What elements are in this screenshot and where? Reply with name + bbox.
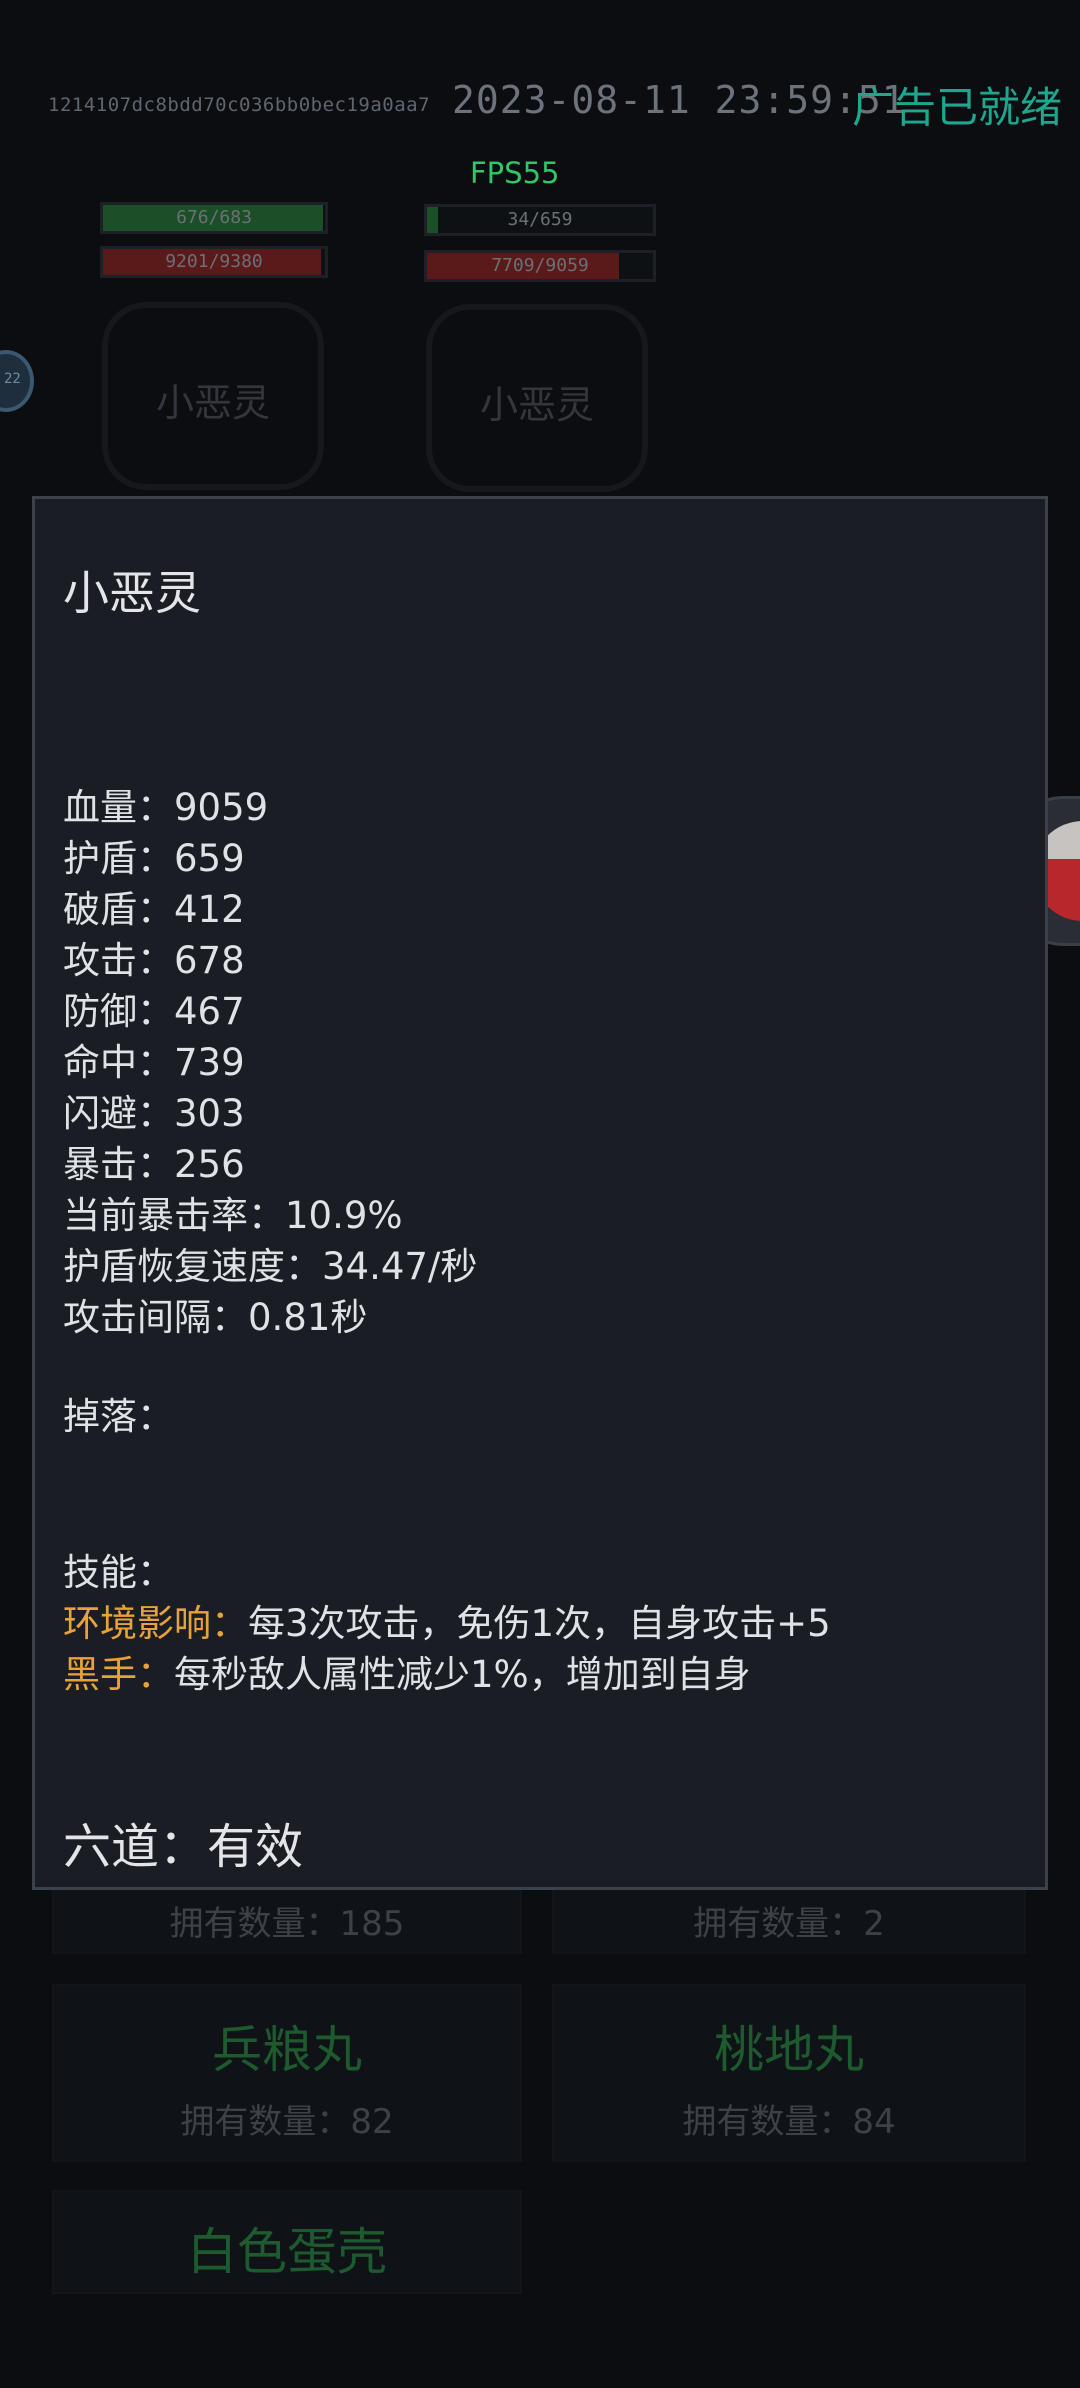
stat-row: 攻击：678: [63, 930, 477, 982]
enemy-1-portrait[interactable]: 小恶灵: [102, 302, 324, 490]
stat-row: 护盾恢复速度：34.47/秒: [63, 1236, 478, 1288]
fps-counter: FPS55: [470, 156, 560, 190]
stat-label: 攻击：: [63, 939, 174, 982]
drop-label: 掉落：: [63, 1395, 174, 1438]
skill-desc: 每3次攻击，免伤1次，自身攻击+5: [248, 1602, 831, 1645]
stat-label: 命中：: [63, 1041, 174, 1084]
item-3-count: 拥有数量：82: [180, 2102, 394, 2142]
dialog-title: 小恶灵: [63, 566, 201, 620]
stat-row: 闪避：303: [63, 1083, 477, 1135]
enemy-2-portrait[interactable]: 小恶灵: [426, 304, 648, 492]
stat-label: 破盾：: [63, 888, 174, 931]
stat-value: 0.81秒: [248, 1296, 368, 1339]
stat-value: 467: [174, 990, 245, 1033]
item-4-name: 桃地丸: [714, 2021, 864, 2079]
enemy-1-hp-text: 9201/9380: [165, 251, 263, 272]
stat-row: 暴击：256: [63, 1134, 477, 1186]
stat-label: 攻击间隔：: [63, 1296, 248, 1339]
enemy-2-shield-text: 34/659: [507, 209, 573, 230]
item-2-count: 拥有数量：2: [693, 1904, 885, 1944]
item-4-count: 拥有数量：84: [682, 2102, 896, 2142]
stat-row: 当前暴击率：10.9%: [63, 1185, 477, 1237]
stat-value: 9059: [174, 786, 269, 829]
item-5-name: 白色蛋壳: [187, 2223, 387, 2281]
stats-list: 血量：9059 护盾：659 破盾：412 攻击：678 防御：467 命中：739 闪避：…: [63, 777, 478, 1339]
enemy-1-name: 小恶灵: [155, 381, 270, 425]
stat-value: 34.47/秒: [322, 1245, 478, 1288]
status-header: 1214107dc8bdd70c036bb0bec19a0aa7 2023-08…: [0, 70, 1080, 132]
skill-name: 黑手：: [63, 1653, 174, 1696]
stat-label: 暴击：: [63, 1143, 174, 1186]
item-3-name: 兵粮丸: [212, 2021, 362, 2079]
inventory-item-3[interactable]: 兵粮丸 拥有数量：82: [52, 1984, 522, 2162]
stat-value: 659: [174, 837, 245, 880]
stat-value: 256: [174, 1143, 245, 1186]
item-1-count: 拥有数量：185: [169, 1904, 405, 1944]
enemy-1-shield-bar: 676/683: [100, 202, 328, 234]
inventory-item-4[interactable]: 桃地丸 拥有数量：84: [552, 1984, 1026, 2162]
skill-row: 环境影响：每3次攻击，免伤1次，自身攻击+5: [63, 1593, 831, 1647]
stat-row: 命中：739: [63, 1032, 477, 1084]
six-paths-status: 六道：有效: [63, 1819, 304, 1875]
stat-row: 护盾：659: [63, 828, 477, 880]
stat-row: 攻击间隔：0.81秒: [63, 1287, 477, 1339]
stat-label: 当前暴击率：: [63, 1194, 285, 1237]
stat-row: 防御：467: [63, 981, 477, 1033]
stat-value: 303: [174, 1092, 245, 1135]
enemy-2-name: 小恶灵: [479, 383, 594, 427]
enemy-2-hp-text: 7709/9059: [491, 255, 589, 276]
side-badge-count: 22: [4, 371, 21, 387]
stat-label: 护盾恢复速度：: [63, 1245, 322, 1288]
enemy-1-shield-text: 676/683: [176, 207, 252, 228]
stat-label: 护盾：: [63, 837, 174, 880]
skill-desc: 每秒敌人属性减少1%，增加到自身: [174, 1653, 751, 1696]
enemy-2-shield-bar: 34/659: [424, 204, 656, 236]
enemy-1-hp-bar: 9201/9380: [100, 246, 328, 278]
stat-row: 破盾：412: [63, 879, 477, 931]
stat-label: 闪避：: [63, 1092, 174, 1135]
enemy-2-hp-bar: 7709/9059: [424, 250, 656, 282]
enemy-detail-dialog[interactable]: 小恶灵 血量：9059 护盾：659 破盾：412 攻击：678 防御：467 命中：73…: [32, 496, 1048, 1890]
stat-value: 739: [174, 1041, 245, 1084]
datetime: 2023-08-11 23:59:51: [452, 78, 906, 122]
stat-label: 血量：: [63, 786, 174, 829]
stat-value: 678: [174, 939, 245, 982]
skill-name: 环境影响：: [63, 1602, 248, 1645]
stat-label: 防御：: [63, 990, 174, 1033]
skills-label: 技能：: [63, 1551, 174, 1594]
stat-row: 血量：9059: [63, 777, 477, 829]
stat-value: 10.9%: [285, 1194, 403, 1237]
side-badge-button[interactable]: 22: [0, 350, 34, 412]
stat-value: 412: [174, 888, 245, 931]
device-id: 1214107dc8bdd70c036bb0bec19a0aa7: [48, 94, 431, 116]
skill-row: 黑手：每秒敌人属性减少1%，增加到自身: [63, 1644, 751, 1698]
ad-status-button[interactable]: 广告已就绪: [852, 74, 1062, 135]
inventory-item-5[interactable]: 白色蛋壳: [52, 2190, 522, 2294]
